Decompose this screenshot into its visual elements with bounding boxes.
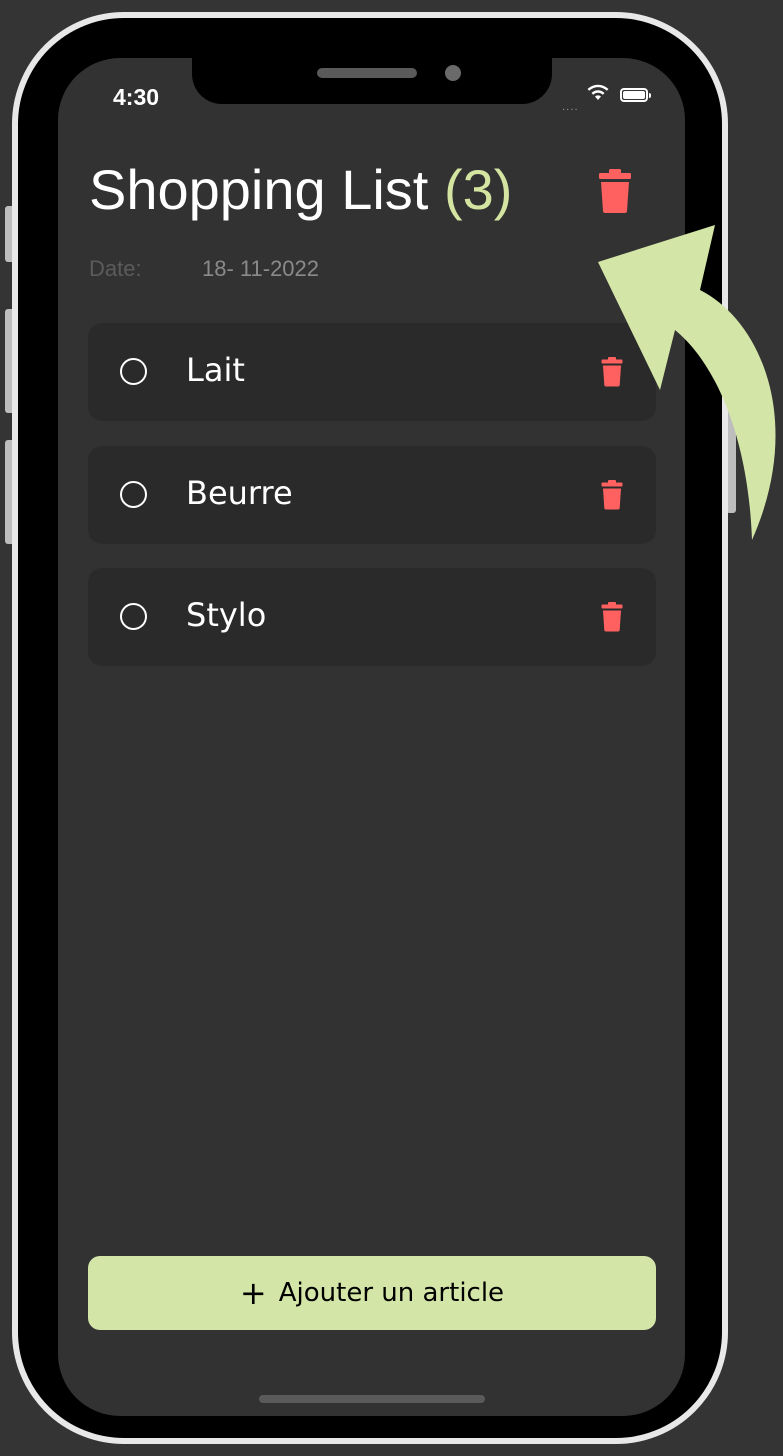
- status-time: 4:30: [113, 84, 160, 110]
- front-camera: [445, 65, 461, 81]
- signal-icon: ....: [562, 102, 579, 113]
- app-screen: 4:30 .... Shopping List (3) Date: 18- 11…: [58, 58, 685, 1416]
- battery-icon: [620, 88, 651, 102]
- checkbox-circle-icon[interactable]: [120, 358, 147, 385]
- delete-all-trash-icon[interactable]: [597, 166, 633, 214]
- list-item[interactable]: Lait: [88, 323, 656, 421]
- plus-icon: +: [239, 1274, 267, 1312]
- trash-icon[interactable]: [600, 478, 624, 510]
- title-text: Shopping List: [89, 158, 429, 221]
- home-indicator: [259, 1395, 485, 1403]
- item-count: (3): [443, 158, 513, 221]
- list-item[interactable]: Stylo: [88, 568, 656, 666]
- list-item[interactable]: Beurre: [88, 446, 656, 544]
- wifi-icon: [587, 84, 609, 100]
- add-item-label: Ajouter un article: [278, 1278, 505, 1308]
- date-label: Date:: [89, 256, 142, 281]
- checkbox-circle-icon[interactable]: [120, 603, 147, 630]
- item-label: Beurre: [186, 474, 293, 512]
- date-value: 18- 11-2022: [202, 256, 320, 281]
- checkbox-circle-icon[interactable]: [120, 481, 147, 508]
- trash-icon[interactable]: [600, 355, 624, 387]
- trash-icon[interactable]: [600, 600, 624, 632]
- page-title: Shopping List (3): [89, 158, 512, 222]
- notch: [192, 58, 552, 104]
- item-label: Lait: [186, 351, 245, 389]
- item-label: Stylo: [186, 596, 267, 634]
- add-item-button[interactable]: + Ajouter un article: [88, 1256, 656, 1330]
- speaker-grille: [317, 68, 417, 78]
